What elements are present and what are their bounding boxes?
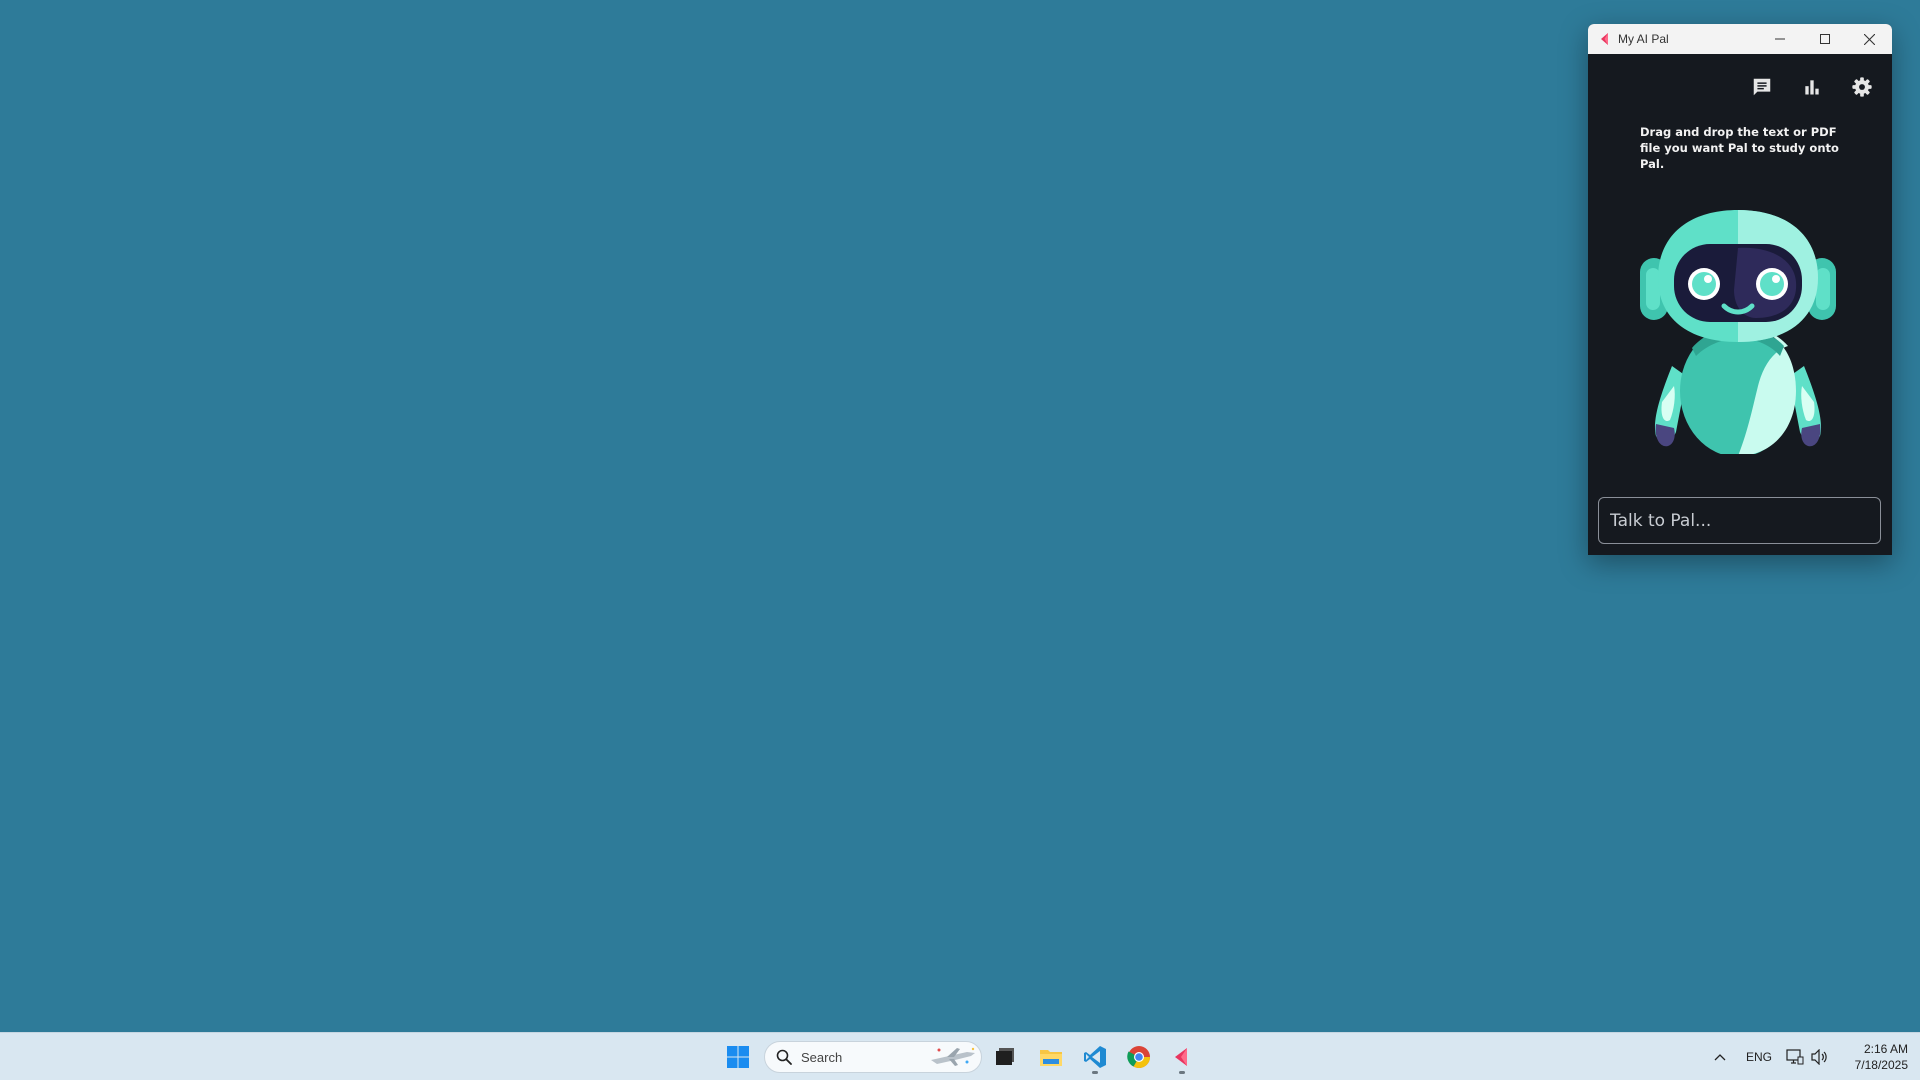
vscode-icon (1084, 1046, 1106, 1068)
search-placeholder: Search (801, 1049, 843, 1065)
taskbar-app-chrome[interactable] (1121, 1039, 1157, 1075)
chat-icon (1753, 78, 1771, 96)
bar-chart-icon (1805, 80, 1819, 95)
show-hidden-icons-button[interactable] (1708, 1033, 1732, 1080)
gear-icon (1852, 77, 1872, 97)
my-ai-pal-window: My AI Pal Drag and drop the text or PDF … (1588, 24, 1892, 555)
network-button[interactable] (1783, 1033, 1807, 1080)
chevron-up-icon (1714, 1054, 1726, 1061)
taskbar-app-my-ai-pal[interactable] (1164, 1039, 1200, 1075)
drop-instruction-text: Drag and drop the text or PDF file you w… (1640, 125, 1839, 171)
chat-button[interactable] (1745, 70, 1779, 104)
robot-illustration (1640, 210, 1836, 457)
stats-button[interactable] (1795, 70, 1829, 104)
taskbar-app-file-explorer[interactable] (1033, 1039, 1069, 1075)
volume-button[interactable] (1808, 1033, 1832, 1080)
window-titlebar[interactable]: My AI Pal (1588, 24, 1892, 54)
chrome-icon (1127, 1046, 1150, 1068)
search-icon (775, 1048, 793, 1066)
maximize-icon (1819, 34, 1830, 44)
my-ai-pal-icon (1175, 1048, 1187, 1066)
close-icon (1864, 33, 1875, 45)
running-indicator (1092, 1071, 1098, 1074)
taskbar: Search ENG 2:16 AM 7/18/2025 (0, 1032, 1920, 1080)
clock-time: 2:16 AM (1863, 1042, 1908, 1056)
settings-button[interactable] (1845, 70, 1879, 104)
search-highlight-art-icon (927, 1044, 979, 1070)
talk-to-pal-input[interactable] (1598, 497, 1881, 544)
clock-date: 7/18/2025 (1854, 1058, 1908, 1072)
file-explorer-icon (1040, 1050, 1062, 1066)
input-language-indicator[interactable]: ENG (1742, 1033, 1776, 1080)
pal-robot-mascot[interactable] (1638, 206, 1838, 457)
network-icon (1786, 1049, 1804, 1065)
taskbar-search-box[interactable]: Search (764, 1041, 982, 1073)
close-button[interactable] (1847, 24, 1892, 54)
speaker-icon (1811, 1049, 1827, 1065)
taskbar-app-vscode[interactable] (1077, 1039, 1113, 1075)
minimize-icon (1774, 38, 1785, 40)
running-indicator (1179, 1071, 1185, 1074)
file-manager-icon (996, 1048, 1014, 1065)
window-title: My AI Pal (1618, 32, 1669, 46)
maximize-button[interactable] (1802, 24, 1847, 54)
windows-start-icon (727, 1046, 749, 1068)
minimize-button[interactable] (1757, 24, 1802, 54)
start-button[interactable] (720, 1039, 756, 1075)
taskbar-clock[interactable]: 2:16 AM 7/18/2025 (1838, 1041, 1908, 1073)
taskbar-app-terminal[interactable] (987, 1039, 1023, 1075)
app-toolbar (1588, 70, 1892, 104)
app-logo-icon (1598, 32, 1612, 46)
